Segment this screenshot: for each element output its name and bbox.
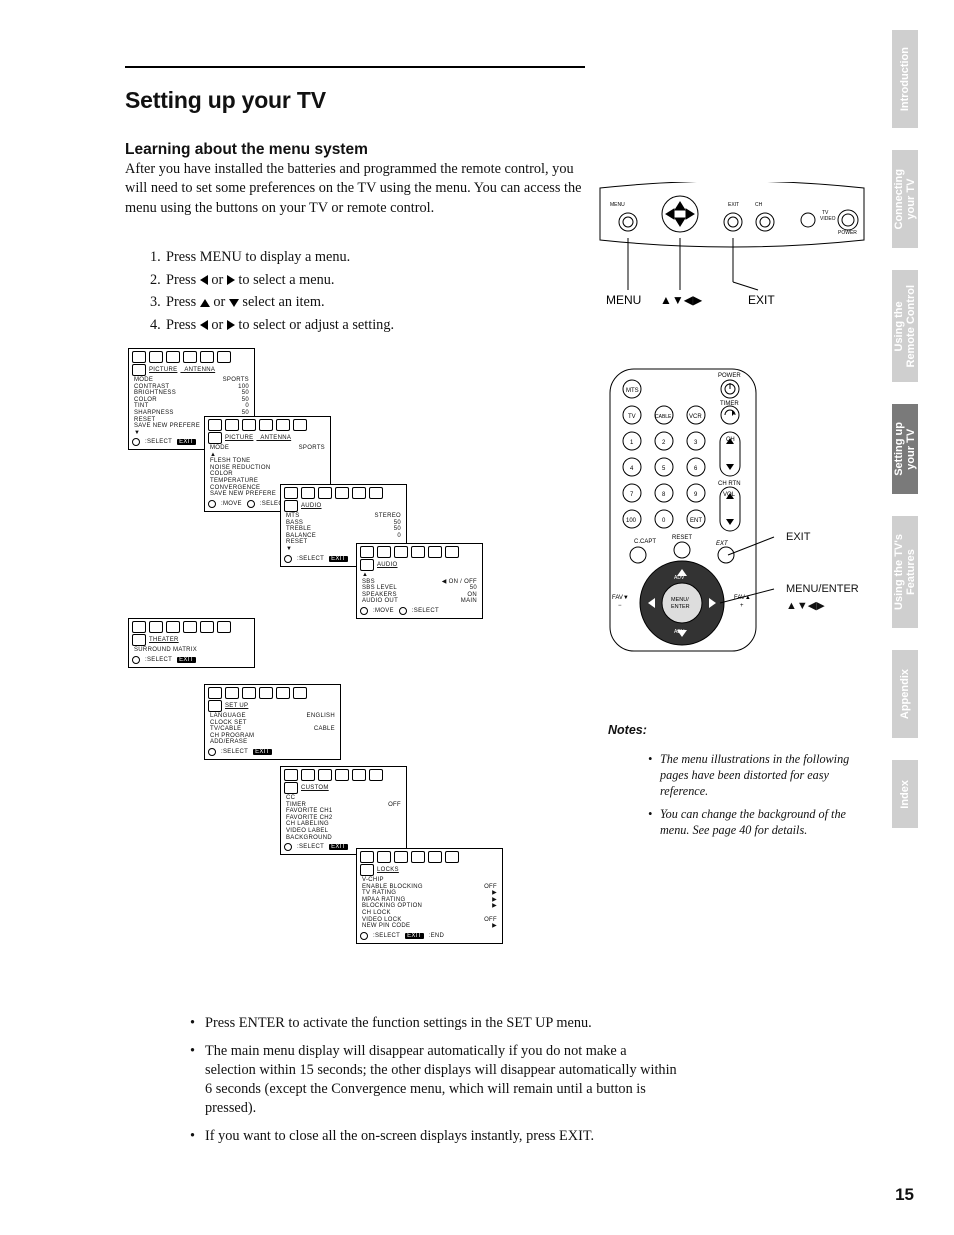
svg-text:CH: CH [755,202,763,208]
svg-text:+: + [740,603,744,609]
title-rule [125,66,585,68]
svg-text:−: − [618,603,622,609]
notes-block: Notes: The menu illustrations in the fol… [608,722,863,850]
menu-theater: THEATERSURROUND MATRIX:SELECTEXIT [128,618,255,668]
svg-text:POWER: POWER [718,373,741,379]
page-title: Setting up your TV [125,87,326,114]
step-1: Press MENU to display a menu. [166,249,350,265]
chapter-tab: Using the Remote Control [892,270,918,382]
svg-text:0: 0 [662,518,666,524]
chapter-tab: Appendix [892,650,918,738]
remote-arrows-label: ▲▼◀▶ [786,599,825,612]
svg-text:ENTER: ENTER [671,604,690,610]
tv-front-panel-illustration: MENU EXIT CH TV VIDEO POWER MENU ▲▼◀▶ EX… [598,182,866,317]
svg-text:C.CAPT: C.CAPT [634,539,656,545]
svg-text:MTS: MTS [626,388,639,394]
chapter-tab: Introduction [892,30,918,128]
svg-text:7: 7 [630,492,634,498]
remote-menu-label: MENU/ENTER [786,583,859,595]
svg-text:2: 2 [662,440,666,446]
svg-text:CH RTN: CH RTN [718,481,741,487]
left-arrow-icon [200,320,208,330]
bottom-bullet-3: If you want to close all the on-screen d… [190,1127,680,1146]
notes-heading: Notes: [608,723,647,737]
menu-locks: LOCKSV-CHIP ENABLE BLOCKINGOFF TV RATING… [356,848,503,944]
chapter-tabs: Introduction Connecting your TV Using the … [892,30,918,850]
svg-text:ADV: ADV [674,575,685,581]
svg-text:FAV▼: FAV▼ [612,595,629,601]
right-arrow-icon [227,320,235,330]
chapter-tab: Setting up your TV [892,404,918,494]
remote-illustration: MTS POWER TIMER TV CABLE VCR 1 2 3 4 5 6… [606,365,776,660]
svg-text:TV: TV [628,414,636,420]
up-arrow-icon [200,299,210,307]
chapter-tab: Using the TV's Features [892,516,918,628]
svg-text:CABLE: CABLE [655,414,672,420]
menu-audio-2: AUDIO▲SBS◀ ON / OFFSBS LEVEL50SPEAKERSON… [356,543,483,619]
down-arrow-icon [229,299,239,307]
svg-text:VCR: VCR [689,414,702,420]
svg-text:VIDEO: VIDEO [820,216,836,222]
right-arrow-icon [227,275,235,285]
svg-text:6: 6 [694,466,698,472]
tvpanel-exit-label: EXIT [748,293,775,307]
menu-custom: CUSTOMCCTIMEROFFFAVORITE CH1FAVORITE CH2… [280,766,407,855]
remote-exit-label: EXIT [786,531,810,543]
tvpanel-menu-label: MENU [606,293,641,307]
tvpanel-arrows-label: ▲▼◀▶ [660,293,703,307]
intro-paragraph: After you have installed the batteries a… [125,160,585,218]
svg-text:MENU/: MENU/ [671,597,689,603]
svg-text:ADV: ADV [674,629,685,635]
svg-text:1: 1 [630,440,634,446]
section-heading: Learning about the menu system [125,141,368,159]
svg-text:5: 5 [662,466,666,472]
svg-text:3: 3 [694,440,698,446]
left-arrow-icon [200,275,208,285]
bottom-notes-list: Press ENTER to activate the function set… [150,1014,680,1155]
svg-text:4: 4 [630,466,634,472]
svg-text:8: 8 [662,492,666,498]
notes-item-1: The menu illustrations in the following … [648,751,863,799]
bottom-bullet-1: Press ENTER to activate the function set… [190,1014,680,1033]
svg-text:ENT: ENT [690,518,702,524]
svg-text:100: 100 [626,518,637,524]
menu-setup: SET UPLANGUAGEENGLISHCLOCK SETTV/CABLECA… [204,684,341,760]
chapter-tab: Connecting your TV [892,150,918,248]
chapter-tab: Index [892,760,918,828]
bottom-bullet-2: The main menu display will disappear aut… [190,1042,680,1118]
notes-item-2: You can change the background of the men… [648,806,863,838]
numbered-steps: 1.Press MENU to display a menu. 2.Press … [150,246,394,336]
svg-text:EXIT: EXIT [728,202,739,208]
svg-text:POWER: POWER [838,230,857,236]
svg-text:RESET: RESET [672,535,692,541]
svg-text:9: 9 [694,492,698,498]
page-number: 15 [895,1185,914,1205]
svg-text:MENU: MENU [610,202,625,208]
svg-text:EXT: EXT [716,541,729,547]
